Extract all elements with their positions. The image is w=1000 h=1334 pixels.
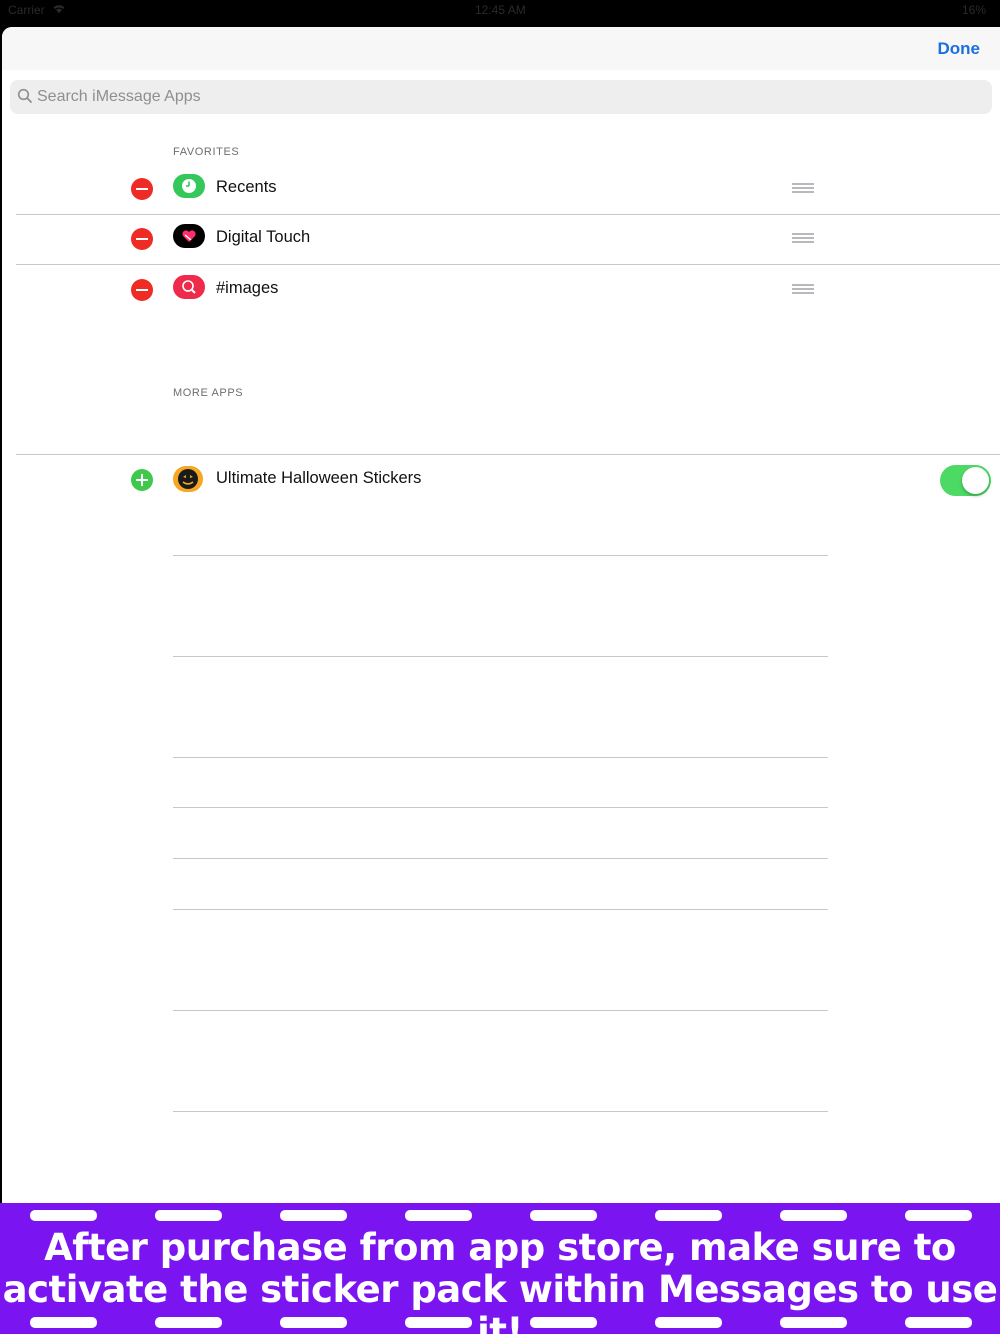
manage-apps-sheet: Done FAVORITES Recents Di — [2, 27, 1000, 1203]
film-dash — [30, 1317, 97, 1328]
film-dash — [655, 1210, 722, 1221]
reorder-handle[interactable] — [792, 183, 814, 193]
film-dash — [530, 1317, 597, 1328]
promo-line-2: activate the sticker pack within Message… — [2, 1268, 998, 1334]
film-dash — [780, 1317, 847, 1328]
more-apps-header: MORE APPS — [173, 387, 244, 399]
add-button[interactable] — [131, 469, 153, 491]
film-dash — [155, 1317, 222, 1328]
heart-touch-icon — [173, 224, 205, 248]
film-dash — [280, 1210, 347, 1221]
carrier-label: Carrier — [8, 3, 45, 17]
status-time: 12:45 AM — [475, 3, 526, 17]
wifi-icon — [52, 2, 66, 17]
battery-indicator: 16% — [961, 3, 986, 17]
film-dash — [905, 1317, 972, 1328]
film-dash — [780, 1210, 847, 1221]
film-dash — [155, 1210, 222, 1221]
reorder-handle[interactable] — [792, 233, 814, 243]
app-label: Ultimate Halloween Stickers — [216, 469, 422, 487]
empty-row-separator — [173, 656, 828, 657]
done-button[interactable]: Done — [938, 39, 981, 59]
search-bar[interactable] — [10, 80, 992, 114]
film-dash — [30, 1210, 97, 1221]
app-label: Digital Touch — [216, 228, 311, 246]
nav-bar: Done — [2, 27, 1000, 70]
film-dash — [280, 1317, 347, 1328]
search-input[interactable] — [37, 80, 977, 114]
empty-row-separator — [173, 1010, 828, 1011]
promo-message: After purchase from app store, make sure… — [0, 1227, 1000, 1334]
toggle-knob — [962, 467, 989, 494]
empty-row-separator — [173, 757, 828, 758]
film-dash — [405, 1210, 472, 1221]
empty-row-separator — [173, 909, 828, 910]
enable-toggle[interactable] — [940, 465, 991, 496]
remove-button[interactable] — [131, 228, 153, 250]
film-dash — [655, 1317, 722, 1328]
favorite-row-images: #images — [2, 265, 1000, 315]
reorder-handle[interactable] — [792, 284, 814, 294]
search-icon — [17, 88, 32, 103]
empty-row-separator — [173, 807, 828, 808]
status-bar: Carrier 12:45 AM 16% — [0, 0, 1000, 27]
empty-row-separator — [173, 1111, 828, 1112]
clock-icon — [173, 174, 205, 198]
app-label: Recents — [216, 178, 277, 196]
pumpkin-icon — [173, 466, 203, 492]
empty-row-separator — [173, 555, 828, 556]
empty-row-separator — [173, 858, 828, 859]
promo-banner: After purchase from app store, make sure… — [0, 1203, 1000, 1334]
app-label: #images — [216, 279, 279, 297]
image-search-icon — [173, 275, 205, 299]
favorite-row-digital-touch: Digital Touch — [2, 214, 1000, 264]
more-apps-row-halloween: Ultimate Halloween Stickers — [2, 455, 1000, 505]
film-dash — [530, 1210, 597, 1221]
favorite-row-recents: Recents — [2, 164, 1000, 214]
remove-button[interactable] — [131, 178, 153, 200]
film-dash — [905, 1210, 972, 1221]
favorites-header: FAVORITES — [173, 146, 240, 158]
film-dash — [405, 1317, 472, 1328]
promo-line-1: After purchase from app store, make sure… — [44, 1226, 956, 1269]
remove-button[interactable] — [131, 279, 153, 301]
